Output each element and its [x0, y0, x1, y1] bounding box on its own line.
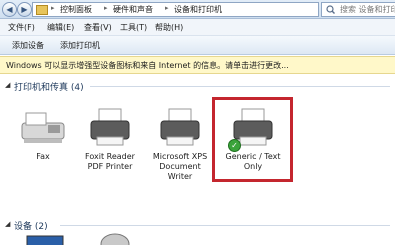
menu-edit[interactable]: 编辑(E): [47, 22, 74, 33]
monitor-icon: [26, 235, 64, 245]
menu-tools[interactable]: 工具(T): [120, 22, 147, 33]
forward-button[interactable]: ▶: [17, 2, 32, 17]
printer-icon: [90, 108, 130, 146]
info-bar-text: Windows 可以显示增强型设备图标和来自 Internet 的信息。请单击进…: [6, 61, 289, 70]
group-divider: [90, 86, 390, 87]
device-label: Foxit Reader PDF Printer: [85, 152, 135, 171]
search-input[interactable]: 搜索 设备和打印机: [321, 2, 395, 17]
search-icon: [326, 5, 335, 14]
collapse-arrow-icon[interactable]: ◢: [5, 220, 10, 228]
menu-help[interactable]: 帮助(H): [155, 22, 183, 33]
printers-group-header[interactable]: ◢ 打印机和传真 (4): [0, 79, 395, 93]
chevron-right-icon: ▸: [51, 4, 55, 12]
device-label: Fax: [36, 152, 50, 161]
back-button[interactable]: ◀: [2, 2, 17, 17]
menu-bar: 文件(F) 编辑(E) 查看(V) 工具(T) 帮助(H): [0, 19, 395, 36]
crumb-hardware-sound[interactable]: 硬件和声音: [113, 4, 153, 15]
crumb-control-panel[interactable]: 控制面板: [60, 4, 92, 15]
menu-file[interactable]: 文件(F): [8, 22, 35, 33]
command-bar: 添加设备 添加打印机: [0, 36, 395, 55]
devices-group-title: 设备 (2): [14, 222, 48, 232]
chevron-right-icon: ▸: [104, 4, 108, 12]
device-label: Microsoft XPS Document Writer: [152, 152, 208, 181]
address-box[interactable]: ▸ 控制面板 ▸ 硬件和声音 ▸ 设备和打印机: [32, 2, 319, 17]
printers-group-title: 打印机和传真 (4): [14, 83, 84, 93]
add-printer-button[interactable]: 添加打印机: [60, 40, 100, 51]
printer-icon: [160, 108, 200, 146]
address-bar-area: ◀ ▶ ▸ 控制面板 ▸ 硬件和声音 ▸ 设备和打印机 搜索 设备和打印机: [0, 0, 395, 19]
device-fax[interactable]: Fax: [8, 105, 78, 195]
device-foxit-pdf-printer[interactable]: Foxit Reader PDF Printer: [75, 105, 145, 195]
info-bar[interactable]: Windows 可以显示增强型设备图标和来自 Internet 的信息。请单击进…: [0, 56, 395, 74]
collapse-arrow-icon[interactable]: ◢: [5, 81, 10, 89]
crumb-devices-printers[interactable]: 设备和打印机: [174, 4, 222, 15]
highlight-box: [212, 97, 293, 182]
search-placeholder: 搜索 设备和打印机: [340, 5, 395, 14]
folder-icon: [36, 5, 48, 15]
fax-icon: [21, 112, 65, 143]
add-device-button[interactable]: 添加设备: [12, 40, 44, 51]
devices-group-header[interactable]: ◢ 设备 (2): [0, 218, 395, 232]
group-divider: [60, 225, 390, 226]
menu-view[interactable]: 查看(V): [84, 22, 112, 33]
device-microsoft-xps-writer[interactable]: Microsoft XPS Document Writer: [145, 105, 215, 195]
chevron-right-icon: ▸: [165, 4, 169, 12]
mouse-icon: [100, 233, 130, 245]
